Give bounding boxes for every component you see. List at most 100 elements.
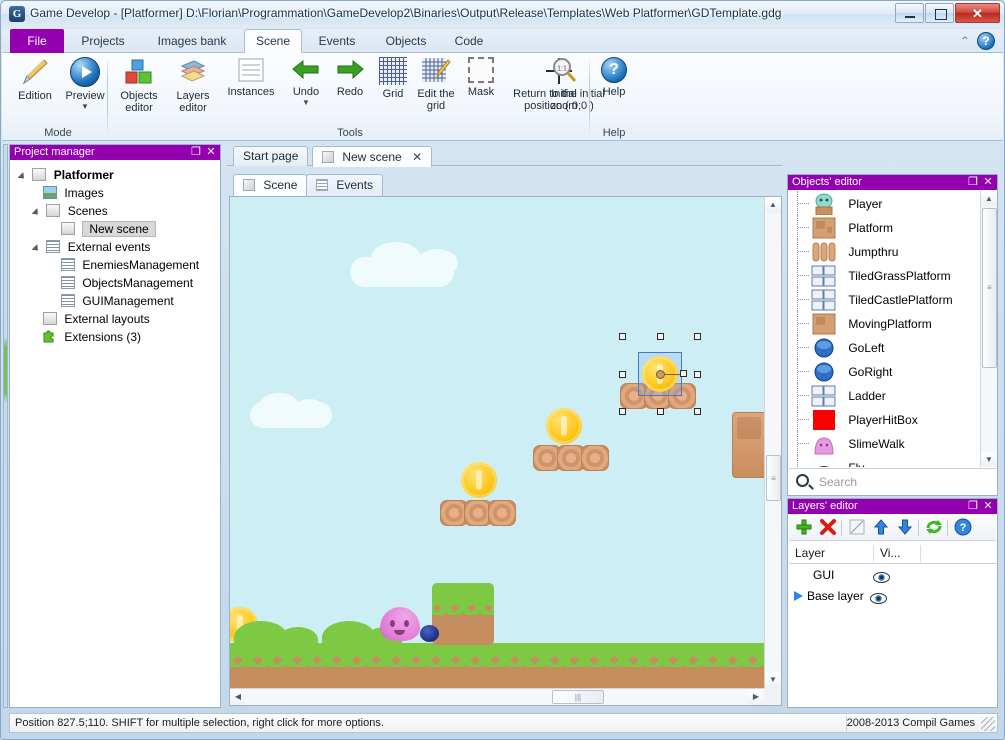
chevron-down-icon[interactable]: ▼ [285,99,327,107]
tree-item-extensions[interactable]: Extensions (3) [11,327,219,345]
object-list-item[interactable]: GoLeft [789,335,979,359]
objects-editor-button[interactable]: Objects editor [112,57,166,114]
resize-handle-s[interactable] [657,408,664,415]
minimize-button[interactable] [895,3,924,23]
refresh-layers-button[interactable] [924,518,944,538]
slime-enemy-object[interactable] [380,607,420,641]
ribbon-tab-file[interactable]: File [10,29,64,53]
tree-item-gui-management[interactable]: GUIManagement [11,291,219,309]
tree-item-scenes[interactable]: Scenes [11,201,219,219]
layers-table-body[interactable]: GUI Base layer [789,565,996,706]
initial-zoom-button[interactable]: 1:1 Initial zoom [540,57,588,112]
edit-grid-button[interactable]: Edit the grid [413,57,459,112]
tab-new-scene[interactable]: New scene ✕ [312,146,432,167]
mask-button[interactable]: Mask [461,57,501,98]
ribbon-tab-objects[interactable]: Objects [372,29,440,53]
search-input[interactable] [817,472,992,492]
tree-item-enemies-management[interactable]: EnemiesManagement [11,255,219,273]
rotation-handle[interactable] [680,370,687,377]
scene-canvas[interactable] [230,197,766,689]
undo-button[interactable]: Undo ▼ [285,57,327,107]
chevron-down-icon[interactable]: ▼ [60,103,110,111]
object-list-item[interactable]: Player [789,191,979,215]
origin-point-handle[interactable] [656,370,665,379]
instances-button[interactable]: Instances [220,57,282,98]
resize-handle-nw[interactable] [619,333,626,340]
resize-handle-se[interactable] [694,408,701,415]
object-list-item[interactable]: SlimeWalk [789,431,979,455]
tree-item-external-layouts[interactable]: External layouts [11,309,219,327]
crate-object[interactable] [732,412,766,478]
ribbon-tab-projects[interactable]: Projects [66,29,140,53]
scroll-down-arrow[interactable]: ▼ [981,452,997,467]
move-layer-up-button[interactable] [871,518,891,538]
resize-handle-sw[interactable] [619,408,626,415]
edition-button[interactable]: Edition [12,57,58,102]
project-tree[interactable]: Platformer Images Scenes New scene Exter… [11,161,219,706]
horizontal-scroll-thumb[interactable]: ||| [552,690,604,704]
resize-handle-n[interactable] [657,333,664,340]
selected-object-coin[interactable] [638,352,682,396]
expander-icon[interactable] [33,206,42,215]
close-icon[interactable]: ✕ [412,147,422,167]
add-layer-button[interactable] [794,518,814,538]
resize-grip[interactable] [981,717,995,731]
scroll-up-arrow[interactable]: ▲ [981,191,997,206]
ribbon-tab-events[interactable]: Events [306,29,368,53]
edit-layer-button[interactable] [847,518,867,538]
ribbon-tab-scene[interactable]: Scene [244,29,302,53]
layer-row-gui[interactable]: GUI [789,565,996,586]
objects-list-scrollbar[interactable]: ▲ ≡ ▼ [980,191,997,467]
vertical-scroll-thumb[interactable]: ≡ [766,455,781,501]
scroll-right-arrow[interactable]: ▶ [748,689,764,705]
coin-object[interactable] [461,462,497,498]
layers-help-button[interactable]: ? [953,518,973,538]
object-list-item[interactable]: Fly [789,455,979,467]
chevron-up-icon[interactable]: ⌃ [957,33,973,49]
delete-layer-button[interactable] [818,518,838,538]
tree-item-platformer[interactable]: Platformer [11,165,219,183]
resize-handle-ne[interactable] [694,333,701,340]
grid-button[interactable]: Grid [373,57,413,100]
ribbon-tab-images-bank[interactable]: Images bank [142,29,242,53]
expander-icon[interactable] [19,170,28,179]
visibility-eye-icon[interactable] [870,590,887,601]
tree-item-objects-management[interactable]: ObjectsManagement [11,273,219,291]
close-icon[interactable]: ✕ [982,175,994,190]
object-list-item[interactable]: MovingPlatform [789,311,979,335]
grass-platform-block[interactable] [432,583,494,645]
tree-item-new-scene[interactable]: New scene [11,219,219,237]
close-icon[interactable]: ✕ [205,145,217,160]
objects-search-bar[interactable] [789,468,996,494]
layer-row-base-layer[interactable]: Base layer [789,586,996,607]
maximize-button[interactable] [925,3,954,23]
tab-start-page[interactable]: Start page [233,146,308,166]
tree-item-external-events[interactable]: External events [11,237,219,255]
tree-item-images[interactable]: Images [11,183,219,201]
move-layer-down-button[interactable] [895,518,915,538]
resize-handle-e[interactable] [694,371,701,378]
object-list-item[interactable]: Ladder [789,383,979,407]
redo-button[interactable]: Redo [329,57,371,98]
coin-object[interactable] [546,408,582,444]
help-icon[interactable]: ? [977,32,995,50]
restore-icon[interactable]: ❐ [967,499,979,514]
restore-icon[interactable]: ❐ [967,175,979,190]
subtab-scene[interactable]: Scene [233,174,307,196]
close-button[interactable]: ✕ [955,3,1000,23]
preview-button[interactable]: Preview ▼ [60,57,110,111]
scroll-down-arrow[interactable]: ▼ [765,672,781,688]
object-list-item[interactable]: TiledCastlePlatform [789,287,979,311]
object-list-item[interactable]: TiledGrassPlatform [789,263,979,287]
object-list-item[interactable]: Platform [789,215,979,239]
ribbon-tab-code[interactable]: Code [444,29,494,53]
collapsed-panel-strip[interactable] [3,144,8,708]
objects-list[interactable]: Player Platform [789,191,979,467]
resize-handle-w[interactable] [619,371,626,378]
restore-icon[interactable]: ❐ [190,145,202,160]
object-list-item[interactable]: Jumpthru [789,239,979,263]
scroll-up-arrow[interactable]: ▲ [765,197,781,213]
object-list-item[interactable]: GoRight [789,359,979,383]
expander-icon[interactable] [33,242,42,251]
scroll-left-arrow[interactable]: ◀ [230,689,246,705]
